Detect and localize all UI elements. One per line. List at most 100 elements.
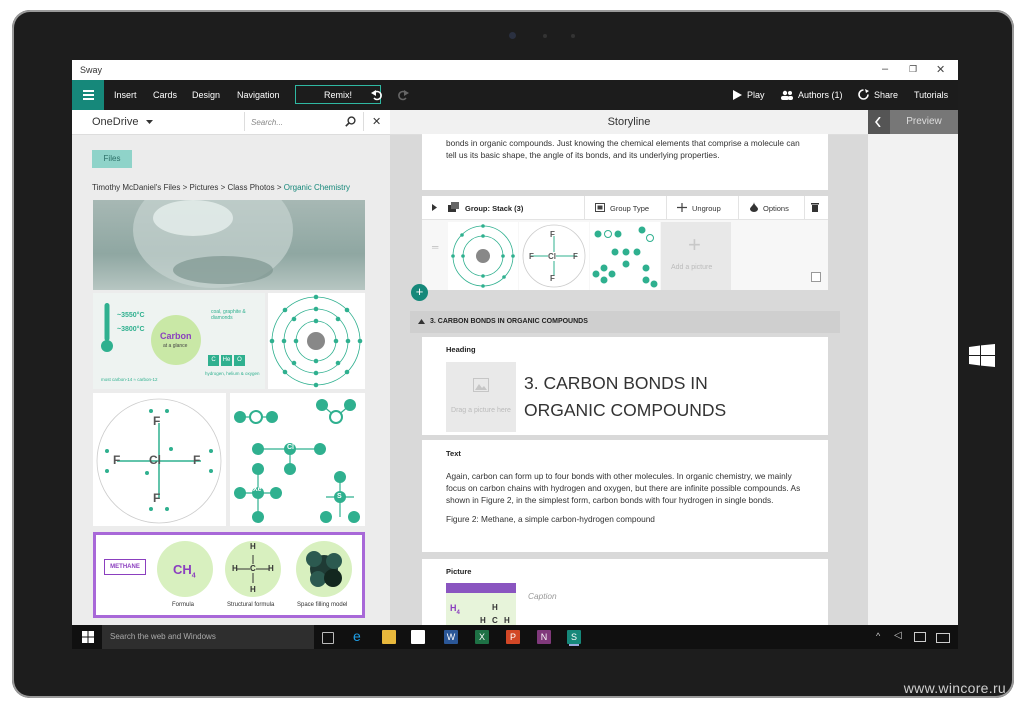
chevron-up-icon[interactable]: ^ bbox=[876, 631, 880, 641]
edge-icon[interactable]: e bbox=[353, 628, 367, 644]
add-picture-slot[interactable]: + Add a picture bbox=[661, 222, 731, 290]
menu-insert[interactable]: Insert bbox=[114, 90, 137, 100]
start-icon[interactable] bbox=[82, 631, 94, 643]
preview-pane: Preview bbox=[868, 110, 958, 625]
search-input[interactable]: Search... bbox=[251, 118, 283, 127]
group-thumbnail[interactable] bbox=[590, 222, 660, 290]
breadcrumb-current[interactable]: Organic Chemistry bbox=[284, 183, 350, 192]
menu-navigation[interactable]: Navigation bbox=[237, 90, 280, 100]
share-icon[interactable] bbox=[858, 89, 869, 100]
text-label: Text bbox=[446, 449, 461, 458]
preview-button[interactable]: Preview bbox=[890, 110, 958, 134]
search-icon[interactable] bbox=[345, 116, 356, 127]
select-checkbox[interactable] bbox=[811, 272, 821, 282]
powerpoint-icon[interactable]: P bbox=[506, 630, 520, 644]
windows-button-icon[interactable] bbox=[969, 344, 995, 368]
ungroup-button[interactable]: Ungroup bbox=[692, 204, 721, 213]
figure-caption-text[interactable]: Figure 2: Methane, a simple carbon-hydro… bbox=[446, 513, 808, 525]
redo-icon[interactable] bbox=[397, 89, 409, 101]
tutorials-button[interactable]: Tutorials bbox=[914, 90, 948, 100]
group-thumbnail[interactable] bbox=[448, 222, 518, 290]
atom-label-f: F bbox=[113, 453, 121, 467]
authors-icon[interactable] bbox=[781, 90, 793, 100]
maximize-icon[interactable]: ❐ bbox=[909, 64, 917, 75]
options-button[interactable]: Options bbox=[763, 204, 789, 213]
breadcrumb-path[interactable]: Timothy McDaniel's Files > Pictures > Cl… bbox=[92, 183, 284, 192]
caption-input[interactable]: Caption bbox=[528, 591, 557, 601]
authors-button[interactable]: Authors (1) bbox=[798, 90, 843, 100]
keyboard-icon[interactable] bbox=[936, 633, 950, 643]
text-card[interactable]: bonds in organic compounds. Just knowing… bbox=[422, 134, 828, 190]
picture-card[interactable]: Picture H4 H H C H Caption bbox=[422, 559, 828, 625]
text-card[interactable]: Text Again, carbon can form up to four b… bbox=[422, 440, 828, 552]
atom-label-h: H bbox=[504, 616, 510, 625]
text-body[interactable]: Again, carbon can form up to four bonds … bbox=[446, 470, 808, 506]
onenote-icon[interactable]: N bbox=[537, 630, 551, 644]
play-button[interactable]: Play bbox=[747, 90, 765, 100]
glass-sphere-image bbox=[133, 200, 293, 288]
molecules-collection-tile[interactable]: Xe Cl S bbox=[230, 393, 365, 526]
methane-formula: CH4 bbox=[173, 562, 196, 580]
methane-thumbnail[interactable]: H4 H H C H bbox=[446, 583, 516, 625]
space-filling-model bbox=[306, 551, 342, 587]
watermark: www.wincore.ru bbox=[903, 680, 1006, 696]
atom-label-cl: Cl bbox=[149, 453, 161, 467]
atom-label-h: H bbox=[492, 603, 498, 612]
group-card[interactable]: Group: Stack (3) Group Type Ungroup Opti… bbox=[422, 196, 828, 290]
group-thumbnail[interactable]: F F Cl F F bbox=[519, 222, 589, 290]
molecules-collection-diagram bbox=[234, 399, 360, 523]
menu-bar: Insert Cards Design Navigation Remix! Pl… bbox=[72, 80, 958, 110]
space-filling-label: Space filling model bbox=[297, 602, 348, 608]
heading-card[interactable]: Heading Drag a picture here 3. CARBON BO… bbox=[422, 337, 828, 435]
clf3-molecule-tile[interactable]: F F Cl F F bbox=[93, 393, 226, 526]
add-picture-label: Add a picture bbox=[671, 264, 713, 271]
breadcrumb: Timothy McDaniel's Files > Pictures > Cl… bbox=[92, 183, 350, 192]
store-icon[interactable] bbox=[411, 630, 425, 644]
add-card-icon[interactable]: + bbox=[411, 284, 428, 301]
atom-label-xe: Xe bbox=[253, 486, 262, 493]
group-type-button[interactable]: Group Type bbox=[610, 204, 649, 213]
hamburger-menu-icon[interactable] bbox=[72, 80, 104, 110]
collapse-icon[interactable] bbox=[418, 319, 425, 324]
search-box[interactable]: Search... bbox=[244, 112, 364, 131]
source-dropdown[interactable]: OneDrive bbox=[92, 116, 138, 128]
share-button[interactable]: Share bbox=[874, 90, 898, 100]
file-explorer-icon[interactable] bbox=[382, 630, 396, 644]
atom-label-f: F bbox=[153, 414, 161, 428]
task-view-icon[interactable] bbox=[322, 632, 334, 644]
section-header[interactable]: 3. CARBON BONDS IN ORGANIC COMPOUNDS bbox=[410, 311, 840, 333]
menu-cards[interactable]: Cards bbox=[153, 90, 177, 100]
remix-button[interactable]: Remix! bbox=[295, 85, 381, 104]
word-icon[interactable]: W bbox=[444, 630, 458, 644]
glass-sphere-photo[interactable] bbox=[93, 200, 365, 290]
heading-picture-slot[interactable]: Drag a picture here bbox=[446, 362, 516, 432]
taskbar-search-input[interactable]: Search the web and Windows bbox=[102, 625, 314, 649]
expand-icon[interactable] bbox=[432, 204, 437, 211]
undo-icon[interactable] bbox=[371, 89, 383, 101]
carbon-infographic-tile[interactable]: ~3550°C ~3800°C Carbon at a glance coal,… bbox=[93, 293, 265, 389]
divider bbox=[738, 196, 739, 219]
plus-icon: + bbox=[688, 232, 701, 257]
delete-icon[interactable] bbox=[811, 202, 819, 212]
ungroup-icon bbox=[677, 203, 687, 212]
drag-handle-icon[interactable]: ═ bbox=[432, 242, 438, 252]
thumbnail-band bbox=[446, 583, 516, 593]
collapse-preview-button[interactable] bbox=[868, 110, 890, 134]
sway-icon[interactable]: S bbox=[567, 630, 581, 644]
carbon-subtitle: at a glance bbox=[163, 343, 188, 349]
notifications-icon[interactable] bbox=[914, 632, 926, 642]
group-title: Group: Stack (3) bbox=[465, 204, 524, 213]
excel-icon[interactable]: X bbox=[475, 630, 489, 644]
heading-text[interactable]: 3. CARBON BONDS IN ORGANIC COMPOUNDS bbox=[524, 370, 726, 424]
intro-text[interactable]: bonds in organic compounds. Just knowing… bbox=[446, 137, 806, 161]
minimize-icon[interactable]: – bbox=[882, 63, 888, 75]
chevron-down-icon[interactable] bbox=[146, 120, 153, 124]
volume-icon[interactable]: ◁ bbox=[894, 630, 902, 641]
close-pane-icon[interactable]: ✕ bbox=[372, 115, 381, 128]
close-window-icon[interactable]: ✕ bbox=[936, 63, 945, 76]
menu-design[interactable]: Design bbox=[192, 90, 220, 100]
methane-tile[interactable]: METHANE CH4 H H C H H Formula Structural… bbox=[93, 532, 365, 618]
play-icon[interactable] bbox=[732, 90, 742, 100]
atom-shells-tile[interactable] bbox=[268, 293, 365, 389]
files-button[interactable]: Files bbox=[92, 150, 132, 168]
